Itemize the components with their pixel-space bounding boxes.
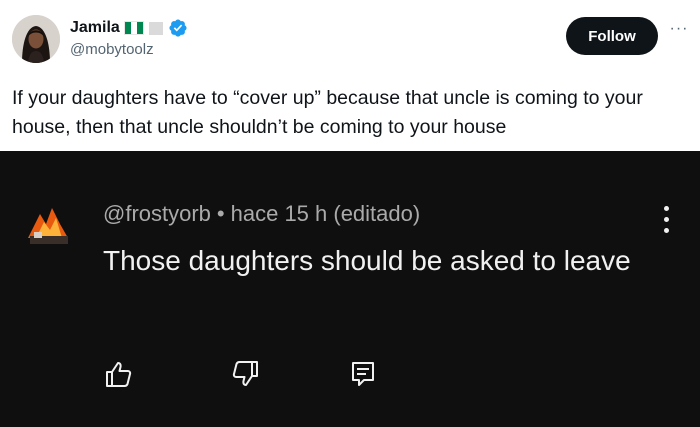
author-block: Jamila @mobytoolz [70,17,188,58]
avatar-image [12,15,60,63]
like-icon[interactable] [103,359,133,389]
handle[interactable]: @mobytoolz [70,41,188,58]
follow-button[interactable]: Follow [566,17,658,55]
commenter-avatar[interactable] [20,194,76,250]
tweet-card: Jamila @mobytoolz Follow ··· If your dau… [0,0,700,427]
comment-menu-icon[interactable] [656,206,676,242]
comment-timestamp[interactable]: hace 15 h (editado) [231,201,421,226]
name-row: Jamila [70,17,188,39]
nigeria-flag-icon [123,21,144,35]
avatar[interactable] [12,15,60,63]
more-options-icon[interactable]: ··· [667,21,691,46]
embedded-comment-screenshot: @frostyorb • hace 15 h (editado) Those dau… [0,151,700,427]
commenter-username[interactable]: @frostyorb [103,201,211,226]
comment-text: Those daughters should be asked to leave [103,245,631,276]
reply-icon[interactable] [348,359,378,389]
comment-meta: @frostyorb • hace 15 h (editado) [103,201,420,227]
flag-icon [148,21,163,35]
meta-separator: • [216,201,225,226]
display-name[interactable]: Jamila [70,19,120,37]
dislike-icon[interactable] [231,359,261,389]
tweet-text: If your daughters have to “cover up” bec… [12,87,643,138]
verified-badge-icon [169,19,187,37]
